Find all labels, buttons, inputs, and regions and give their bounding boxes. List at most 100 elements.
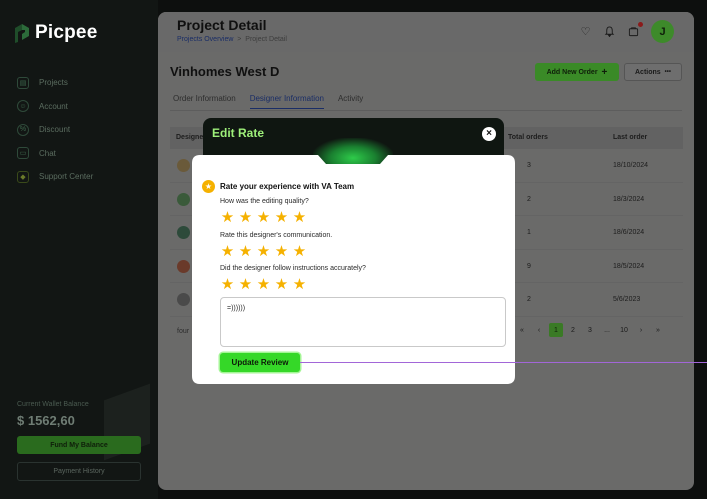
star-icon[interactable]: ★ [220,277,235,292]
total-orders-cell: 2 [527,296,531,303]
app-root: Picpee ▤ Projects ☺ Account % Discount ▭… [0,0,707,499]
sidebar-item-label: Discount [39,125,71,135]
last-order-cell: 18/10/2024 [613,162,649,169]
sidebar-item-label: Projects [39,78,68,88]
tab-designer-information[interactable]: Designer Information [249,94,324,109]
rate-heading-text: Rate your experience with VA Team [220,182,355,191]
designer-avatar [177,192,190,206]
star-icon[interactable]: ★ [220,244,235,259]
total-orders-cell: 3 [527,162,531,169]
last-order-cell: 5/6/2023 [613,296,641,303]
tab-order-information[interactable]: Order Information [173,94,236,109]
last-order-cell: 18/5/2024 [613,262,645,270]
star-icon[interactable]: ★ [238,277,253,292]
column-header-total-orders: Total orders [508,134,548,141]
top-icons: ♡ J [579,20,674,43]
edit-rate-modal: ★ Rate your experience with VA Team How … [192,155,515,384]
breadcrumb-parent[interactable]: Projects Overview [177,36,233,43]
last-order-cell: 18/3/2024 [613,195,645,203]
star-icon[interactable]: ★ [256,210,271,225]
picpee-logo-icon [15,24,29,43]
bell-icon[interactable] [603,25,616,38]
star-badge-icon: ★ [202,180,215,193]
tabs-divider [170,110,682,111]
breadcrumb-current: Project Detail [245,36,287,43]
user-icon: ☺ [17,100,29,113]
designer-avatar [177,226,190,239]
total-orders-cell: 1 [527,229,531,236]
sidebar-item-label: Support Center [39,172,94,182]
star-icon[interactable]: ★ [220,210,235,225]
star-icon[interactable]: ★ [274,210,289,225]
tabs: Order Information Designer Information A… [173,94,377,109]
designer-avatar [177,293,190,306]
breadcrumb-separator: > [237,36,242,43]
chat-icon: ▭ [17,147,29,160]
designer-avatar [177,159,190,172]
project-name: Vinhomes West D [170,64,280,79]
last-order-cell: 18/6/2024 [613,229,645,236]
star-icon[interactable]: ★ [256,277,271,292]
wallet-card: Current Wallet Balance $ 1562,60 Fund My… [12,383,152,490]
star-icon[interactable]: ★ [292,277,307,292]
star-icon[interactable]: ★ [274,277,289,292]
question-communication: Rate this designer's communication. [220,232,333,239]
first-page-button[interactable]: « [515,323,529,337]
star-icon[interactable]: ★ [238,244,253,259]
rating-communication[interactable]: ★ ★ ★ ★ ★ [220,244,307,259]
heart-icon[interactable]: ♡ [579,25,592,38]
rate-heading: ★ Rate your experience with VA Team [202,180,354,193]
sidebar-item-chat[interactable]: ▭ Chat [17,142,93,166]
sidebar-item-discount[interactable]: % Discount [17,118,93,142]
sidebar-item-account[interactable]: ☺ Account [17,95,93,119]
plus-icon: + [601,66,608,78]
star-icon[interactable]: ★ [256,244,271,259]
user-avatar[interactable]: J [651,20,674,43]
logo[interactable]: Picpee [13,22,97,44]
page-button-1[interactable]: 1 [549,323,563,337]
designer-avatar [177,259,190,273]
fund-balance-button[interactable]: Fund My Balance [17,436,141,454]
rating-editing-quality[interactable]: ★ ★ ★ ★ ★ [220,210,307,225]
table-footer-text: four [177,328,190,335]
page-button-3[interactable]: 3 [583,323,597,337]
sidebar-item-support[interactable]: ◆ Support Center [17,165,93,189]
cart-icon[interactable] [627,22,643,38]
actions-button[interactable]: Actions ••• [624,63,682,81]
total-orders-cell: 2 [527,195,531,203]
actions-label: Actions [635,68,661,76]
top-bar: Project Detail Projects Overview > Proje… [158,12,694,52]
wallet-label: Current Wallet Balance [17,401,89,408]
star-icon[interactable]: ★ [292,210,307,225]
sidebar-item-label: Account [39,101,68,111]
rating-instructions[interactable]: ★ ★ ★ ★ ★ [220,277,307,292]
more-icon: ••• [664,69,671,75]
tag-icon: % [17,123,29,136]
prev-page-button[interactable]: ‹ [532,323,546,337]
tab-activity[interactable]: Activity [338,94,363,109]
sidebar-item-projects[interactable]: ▤ Projects [17,71,93,95]
close-icon[interactable]: × [482,127,496,141]
add-new-order-button[interactable]: Add New Order + [535,63,619,81]
review-textarea[interactable]: =)))))) [220,297,506,347]
star-icon[interactable]: ★ [274,244,289,259]
update-review-button[interactable]: Update Review [220,353,300,372]
page-button-10[interactable]: 10 [617,323,631,337]
next-page-button[interactable]: › [634,323,648,337]
sidebar: Picpee ▤ Projects ☺ Account % Discount ▭… [0,0,158,499]
sidebar-nav: ▤ Projects ☺ Account % Discount ▭ Chat ◆… [17,71,93,189]
last-page-button[interactable]: » [651,323,665,337]
star-icon[interactable]: ★ [292,244,307,259]
star-icon[interactable]: ★ [238,210,253,225]
add-order-label: Add New Order [546,68,598,76]
shield-icon: ◆ [17,170,29,183]
question-editing-quality: How was the editing quality? [220,198,309,205]
payment-history-button[interactable]: Payment History [17,462,141,481]
pagination: « ‹ 1 2 3 ... 10 › » [515,323,665,337]
sidebar-item-label: Chat [39,148,56,158]
total-orders-cell: 9 [527,262,531,270]
breadcrumb: Projects Overview > Project Detail [177,36,287,43]
folder-icon: ▤ [17,76,29,89]
brand-name: Picpee [35,22,98,43]
page-button-2[interactable]: 2 [566,323,580,337]
